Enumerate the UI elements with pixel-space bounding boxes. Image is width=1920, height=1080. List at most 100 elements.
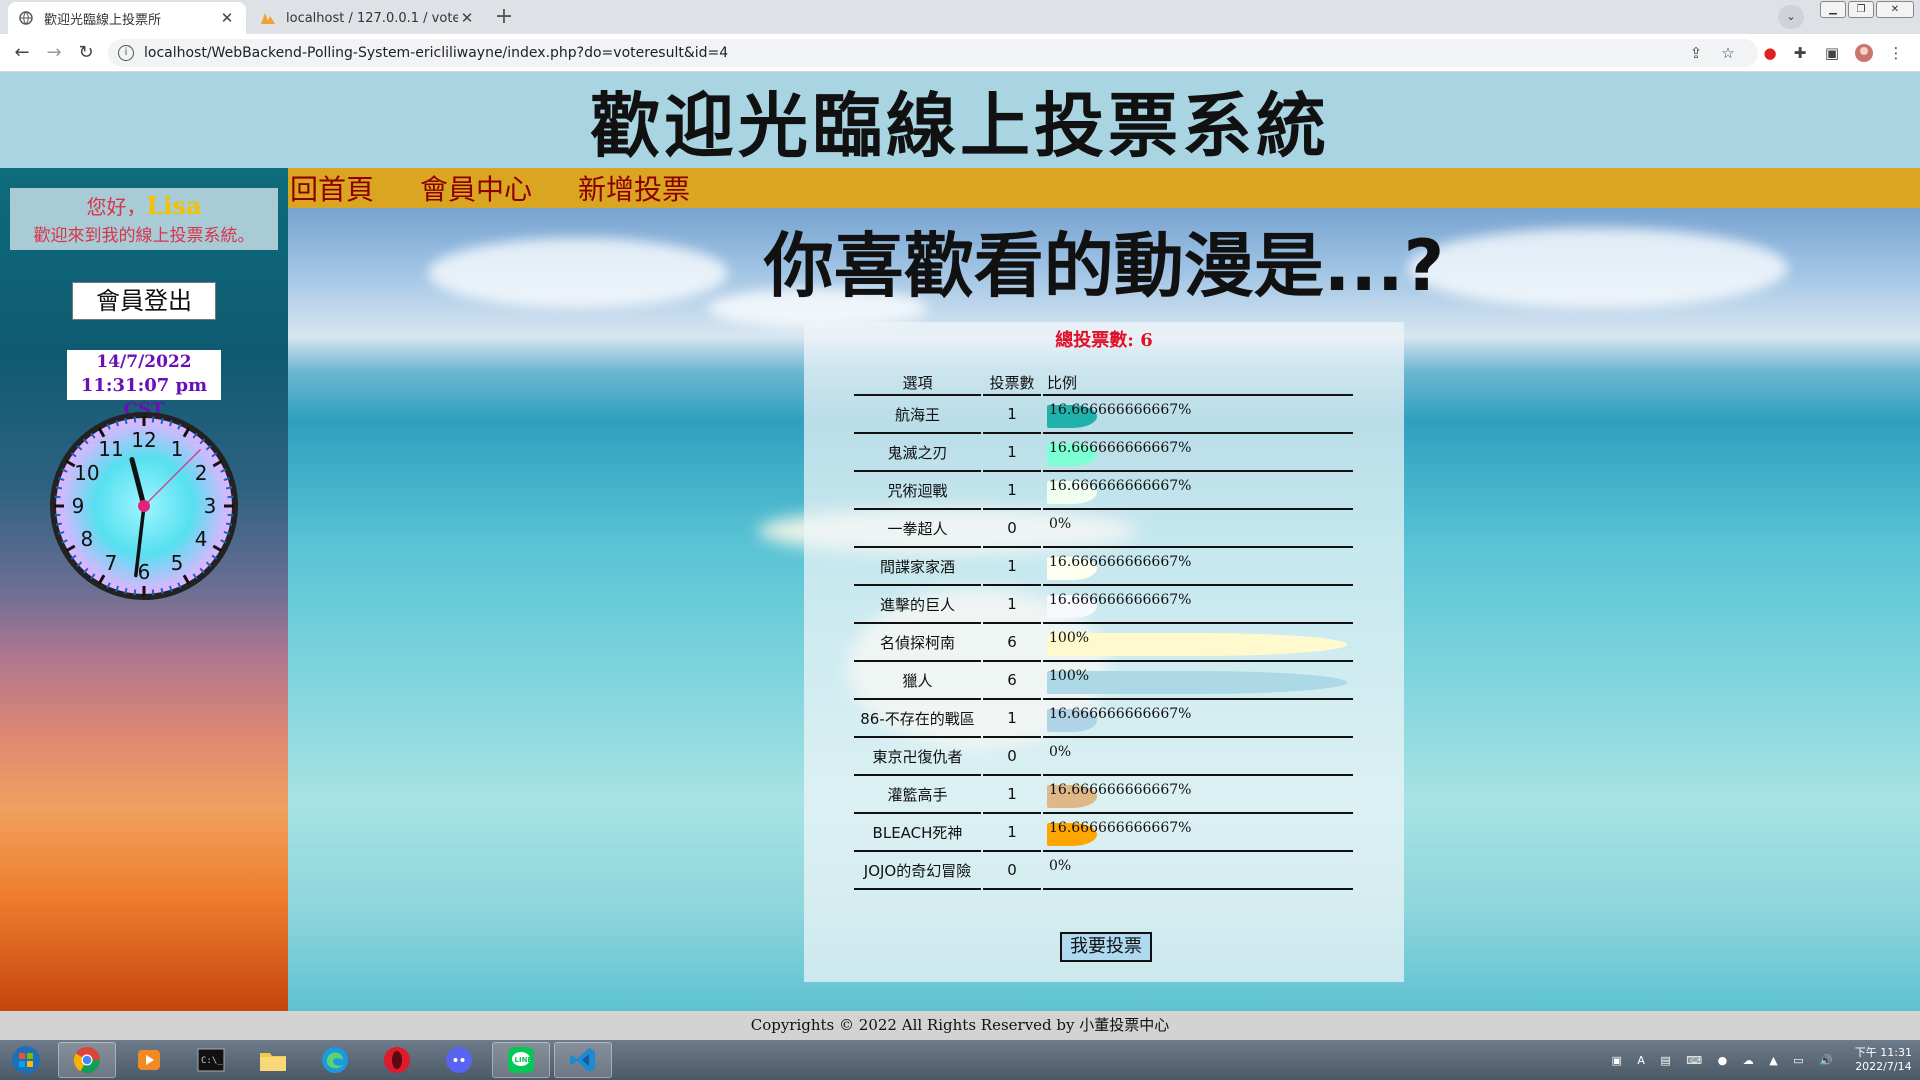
table-row: 灌籃高手 1 16.666666666667% [854, 776, 1353, 814]
vote-count: 0 [983, 738, 1041, 776]
taskbar-file-explorer[interactable] [244, 1042, 302, 1078]
ratio-cell: 16.666666666667% [1043, 548, 1353, 586]
ratio-cell: 16.666666666667% [1043, 586, 1353, 624]
vote-count: 1 [983, 814, 1041, 852]
table-row: 航海王 1 16.666666666667% [854, 396, 1353, 434]
main-content: 回首頁 會員中心 新增投票 你喜歡看的動漫是...? 總投票數: 6 選項 投票… [288, 168, 1920, 1011]
option-name: 獵人 [854, 662, 981, 700]
table-row: 咒術迴戰 1 16.666666666667% [854, 472, 1353, 510]
close-window-icon[interactable]: ✕ [1876, 1, 1914, 18]
ratio-text: 0% [1049, 516, 1072, 532]
restore-icon[interactable]: ❐ [1848, 1, 1874, 18]
minimize-icon[interactable]: ▁ [1820, 1, 1846, 18]
ratio-cell: 16.666666666667% [1043, 814, 1353, 852]
option-name: 鬼滅之刃 [854, 434, 981, 472]
vote-button[interactable]: 我要投票 [1060, 932, 1152, 962]
taskbar-discord[interactable] [430, 1042, 488, 1078]
info-icon[interactable]: i [118, 45, 134, 61]
taskbar-line[interactable]: LINE [492, 1042, 550, 1078]
ratio-text: 16.666666666667% [1049, 402, 1192, 418]
taskbar-opera[interactable] [368, 1042, 426, 1078]
ratio-bar [1047, 633, 1347, 656]
option-name: BLEACH死神 [854, 814, 981, 852]
user-name: Lisa [146, 191, 202, 220]
nav-member-center-link[interactable]: 會員中心 [420, 168, 532, 208]
side-panel-icon[interactable]: ▣ [1822, 43, 1842, 63]
table-row: 獵人 6 100% [854, 662, 1353, 700]
tab-phpmyadmin[interactable]: localhost / 127.0.0.1 / votesyste ✕ [250, 2, 486, 34]
vote-count: 0 [983, 852, 1041, 890]
clock-tick [151, 416, 155, 423]
taskbar-chrome[interactable] [58, 1042, 116, 1078]
table-row: 間諜家家酒 1 16.666666666667% [854, 548, 1353, 586]
ratio-cell: 0% [1043, 852, 1353, 890]
start-button[interactable] [2, 1042, 50, 1078]
vote-count: 1 [983, 586, 1041, 624]
taskbar-vscode[interactable] [554, 1042, 612, 1078]
taskbar-edge[interactable] [306, 1042, 364, 1078]
media-player-icon [138, 1050, 160, 1070]
ratio-cell: 0% [1043, 738, 1353, 776]
ratio-cell: 16.666666666667% [1043, 700, 1353, 738]
table-header-row: 選項 投票數 比例 [854, 370, 1353, 396]
svg-text:LINE: LINE [515, 1056, 533, 1064]
clock-tick [227, 495, 234, 499]
record-extension-icon[interactable]: ● [1760, 43, 1780, 63]
date-text: 14/7/2022 [96, 352, 192, 372]
tray-time: 下午 11:31 [1854, 1046, 1912, 1059]
new-tab-button[interactable]: + [490, 4, 518, 32]
tray-icons[interactable]: ▣ A ▤ ⌨ ● ☁ ▲ ▭ 🔊 [1611, 1054, 1838, 1067]
vote-count: 1 [983, 396, 1041, 434]
reload-icon[interactable]: ↻ [72, 40, 100, 66]
forward-icon[interactable]: → [40, 40, 68, 66]
ratio-text: 16.666666666667% [1049, 554, 1192, 570]
ratio-text: 100% [1049, 668, 1090, 684]
clock-tick [151, 589, 155, 596]
site-title: 歡迎光臨線上投票系統 [590, 84, 1330, 167]
browser-tab-bar: 歡迎光臨線上投票所 ✕ localhost / 127.0.0.1 / vote… [0, 0, 1920, 34]
tab-search-icon[interactable]: ⌄ [1778, 5, 1804, 29]
tab-title: 歡迎光臨線上投票所 [44, 12, 162, 28]
poll-results-panel: 總投票數: 6 選項 投票數 比例 航海王 1 16.666666666667% 鬼滅… [804, 322, 1404, 982]
logout-button[interactable]: 會員登出 [72, 282, 216, 320]
table-row: 東京卍復仇者 0 0% [854, 738, 1353, 776]
clock-tick [55, 522, 63, 526]
vscode-icon [570, 1048, 595, 1072]
share-icon[interactable]: ⇪ [1686, 43, 1706, 63]
browser-menu-icon[interactable]: ⋮ [1886, 43, 1906, 63]
table-row: JOJO的奇幻冒險 0 0% [854, 852, 1353, 890]
nav-home-link[interactable]: 回首頁 [290, 168, 374, 208]
nav-menu: 回首頁 會員中心 新增投票 [288, 168, 1920, 208]
svg-text:C:\_: C:\_ [201, 1056, 223, 1066]
vote-count: 1 [983, 548, 1041, 586]
close-tab-icon[interactable]: ✕ [458, 9, 476, 27]
extensions-icon[interactable]: ✚ [1790, 43, 1810, 63]
folder-icon [260, 1053, 286, 1071]
ratio-cell: 0% [1043, 510, 1353, 548]
taskbar-terminal[interactable]: C:\_ [182, 1042, 240, 1078]
bookmark-star-icon[interactable]: ☆ [1718, 43, 1738, 63]
tab-voting[interactable]: 歡迎光臨線上投票所 ✕ [8, 2, 246, 34]
sidebar: 您好，Lisa 歡迎來到我的線上投票系統。 會員登出 14/7/2022 11:… [0, 168, 288, 1011]
back-icon[interactable]: ← [8, 40, 36, 66]
clock-tick [54, 513, 61, 517]
tab-title: localhost / 127.0.0.1 / votesyste [286, 10, 458, 26]
clock-number: 11 [98, 437, 123, 461]
phpmyadmin-icon [260, 10, 276, 26]
clock-number: 7 [105, 551, 118, 575]
nav-add-poll-link[interactable]: 新增投票 [578, 168, 690, 208]
tray-clock[interactable]: 下午 11:31 2022/7/14 [1855, 1046, 1912, 1074]
greeting-prefix: 您好， [86, 195, 147, 219]
address-bar[interactable]: i localhost/WebBackend-Polling-System-er… [108, 39, 1758, 67]
taskbar-media-player[interactable] [120, 1042, 178, 1078]
clock-number: 6 [138, 560, 151, 584]
windows-start-icon [12, 1046, 40, 1074]
profile-avatar[interactable] [1854, 43, 1874, 63]
option-name: 咒術迴戰 [854, 472, 981, 510]
clock-tick [124, 587, 128, 595]
ratio-text: 16.666666666667% [1049, 478, 1192, 494]
clock-tick [124, 417, 128, 425]
browser-toolbar: ← → ↻ i localhost/WebBackend-Polling-Sys… [0, 34, 1920, 72]
close-tab-icon[interactable]: ✕ [218, 9, 236, 27]
edge-icon [322, 1047, 348, 1073]
